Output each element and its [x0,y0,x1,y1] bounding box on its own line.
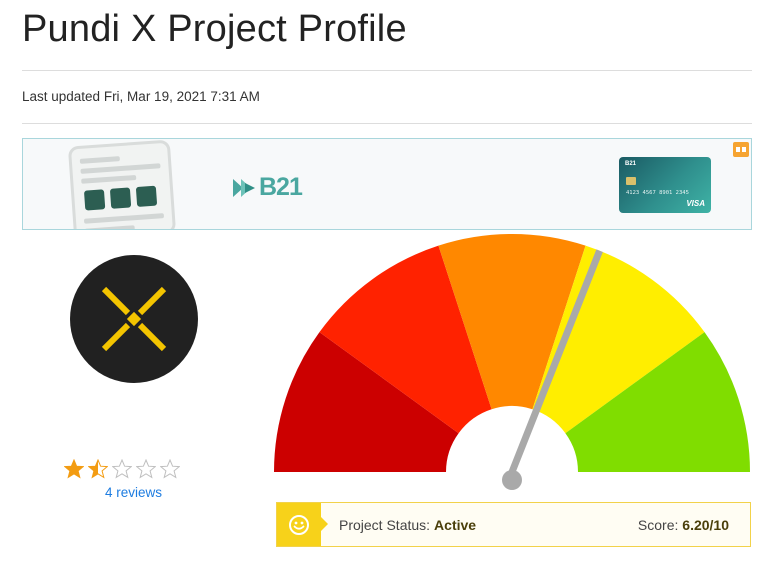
divider [22,70,752,71]
smiley-icon [277,503,328,546]
status-label: Project Status: [339,516,431,533]
card-chip-icon [626,177,636,185]
ad-card-brand: B21 [625,161,637,167]
ad-choices-icon[interactable] [733,142,749,157]
ad-card-number: 4123 4567 8901 2345 [626,190,689,196]
score-display: Score: 6.20/10 [638,517,729,533]
page-title: Pundi X Project Profile [22,8,407,50]
star-icon [136,459,156,479]
star-icon [88,459,108,479]
score-value: 6.20/10 [682,516,729,533]
ad-banner[interactable]: B21 B21 4123 4567 8901 2345 VISA [22,138,752,230]
gauge-hub [502,470,522,490]
divider [22,123,752,124]
ad-phone-image [67,139,177,229]
ad-card-image: B21 4123 4567 8901 2345 VISA [619,157,711,213]
project-logo [70,255,198,383]
rating-stars [64,459,180,479]
last-updated-text: Last updated Fri, Mar 19, 2021 7:31 AM [22,89,260,104]
project-status-bar: Project Status: Active Score: 6.20/10 [276,502,751,547]
b21-logo-icon [233,178,255,197]
pundi-x-logo-icon [101,286,167,352]
star-icon [160,459,180,479]
score-gauge [274,234,750,490]
reviews-link[interactable]: 4 reviews [105,485,162,500]
star-icon [64,459,84,479]
star-icon [112,459,132,479]
ad-brand-logo: B21 [231,173,303,202]
ad-brand-name: B21 [259,173,303,201]
status-value: Active [434,516,477,533]
visa-logo: VISA [686,199,705,208]
score-label: Score: [637,516,679,533]
